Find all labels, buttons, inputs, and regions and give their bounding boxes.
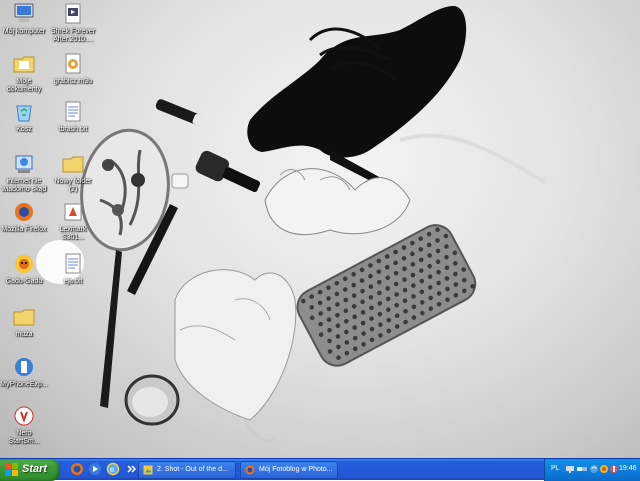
- svg-text:e: e: [110, 465, 115, 474]
- language-indicator[interactable]: PL: [551, 465, 560, 472]
- desktop-icon-gadu[interactable]: Gadu-Gadu: [0, 252, 49, 286]
- taskbar-button-label: 2. Shot - Out of the d...: [157, 466, 228, 473]
- desktop[interactable]: Mój komputer Shrek Forever After.2010....…: [0, 0, 640, 458]
- firefox-icon[interactable]: [70, 462, 84, 476]
- desktop-icon-label: internet nie wiadomo skąd: [1, 178, 47, 193]
- ie-icon[interactable]: e: [106, 462, 120, 476]
- folder-icon: [13, 309, 35, 326]
- desktop-icon-label: Nero StartSm...: [8, 430, 40, 445]
- firefox-icon: [15, 203, 33, 221]
- desktop-icon-new-folder[interactable]: Nowy folder (2): [48, 152, 98, 194]
- desktop-icon-label: Nowy folder (2): [54, 178, 92, 193]
- phone-sync-icon: [15, 358, 33, 376]
- chevron-icon[interactable]: [124, 462, 138, 476]
- sunflower-icon: [15, 255, 33, 273]
- desktop-icon-muza[interactable]: muza: [0, 305, 49, 339]
- taskbar-button-label: Mój Fotoblog w Photo...: [259, 466, 333, 473]
- desktop-icon-label: muza: [15, 331, 33, 338]
- taskbar-button-2[interactable]: Mój Fotoblog w Photo...: [240, 461, 338, 479]
- desktop-icon-lexmark[interactable]: Lexmark S301...: [48, 200, 98, 242]
- desktop-icon-shrek[interactable]: Shrek Forever After.2010....: [48, 2, 98, 44]
- desktop-icon-eja[interactable]: eja.txt: [48, 252, 98, 286]
- clock[interactable]: 19:46: [619, 465, 637, 472]
- internet-icon: [15, 155, 33, 173]
- printer-app-icon: [64, 203, 82, 221]
- security-icon[interactable]: [609, 464, 619, 474]
- image-app-icon: [143, 465, 153, 475]
- desktop-icon-label: Lexmark S301...: [59, 226, 87, 241]
- taskbar: Start e 2. Shot - Out of the d... Mój Fot…: [0, 458, 640, 481]
- desktop-icon-label: Kosz: [16, 126, 32, 133]
- gadu-status-icon[interactable]: [599, 464, 609, 474]
- desktop-icon-recycle-bin[interactable]: Kosz: [0, 100, 49, 134]
- text-file-icon: [65, 253, 81, 274]
- desktop-icon-grabisz[interactable]: grabisz.m3u: [48, 52, 98, 86]
- desktop-icon-label: eja.txt: [63, 278, 83, 285]
- playlist-file-icon: [65, 53, 81, 74]
- desktop-icon-firefox[interactable]: Mozilla Firefox: [0, 200, 49, 234]
- nero-icon: [14, 406, 34, 426]
- monitor-icon[interactable]: [565, 464, 575, 474]
- desktop-icon-my-documents[interactable]: Moje dokumenty: [0, 52, 49, 94]
- desktop-icon-nero[interactable]: Nero StartSm...: [0, 404, 49, 446]
- folder-icon: [62, 156, 84, 173]
- firefox-icon: [245, 465, 255, 475]
- desktop-icon-label: Gadu-Gadu: [5, 278, 43, 285]
- desktop-icon-label: tbrash.txt: [58, 126, 88, 133]
- network-icon[interactable]: [577, 464, 587, 474]
- folder-documents-icon: [13, 56, 35, 73]
- start-label: Start: [22, 463, 48, 475]
- media-icon[interactable]: [88, 462, 102, 476]
- desktop-icon-label: grabisz.m3u: [53, 78, 93, 85]
- taskbar-button-1[interactable]: 2. Shot - Out of the d...: [138, 461, 236, 479]
- desktop-icon-label: Shrek Forever After.2010....: [50, 28, 96, 43]
- desktop-icon-my-computer[interactable]: Mój komputer: [0, 2, 49, 36]
- desktop-icon-ie[interactable]: internet nie wiadomo skąd: [0, 152, 49, 194]
- video-file-icon: [65, 3, 81, 24]
- text-file-icon: [65, 101, 81, 122]
- desktop-icon-label: Moje dokumenty: [6, 78, 42, 93]
- desktop-icon-myphone[interactable]: MyPhoneExp...: [0, 355, 49, 389]
- desktop-icon-label: Mozilla Firefox: [1, 226, 47, 233]
- start-button[interactable]: Start: [0, 459, 60, 481]
- recycle-bin-icon: [16, 105, 32, 122]
- windows-logo-icon: [5, 463, 18, 476]
- desktop-icon-label: MyPhoneExp...: [0, 381, 48, 388]
- sync-icon[interactable]: [589, 464, 599, 474]
- system-tray: PL 19:46: [544, 459, 640, 481]
- desktop-icon-label: Mój komputer: [2, 28, 46, 35]
- desktop-icon-tbrash[interactable]: tbrash.txt: [48, 100, 98, 134]
- computer-icon: [14, 3, 34, 22]
- quick-launch: e: [70, 462, 138, 478]
